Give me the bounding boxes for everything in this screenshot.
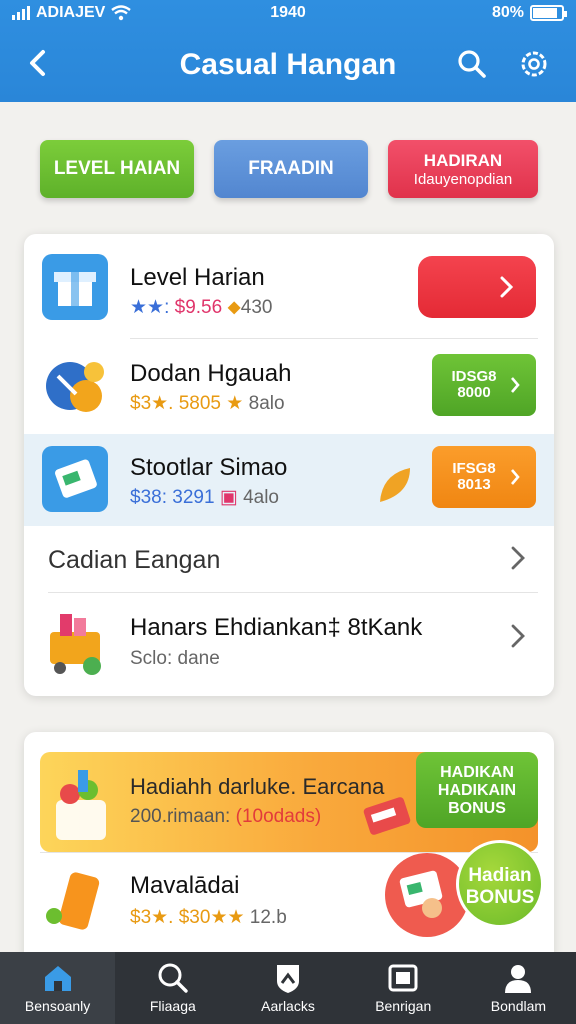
battery-percent: 80%	[491, 4, 524, 21]
bonus-circle-button[interactable]: Hadian BONUS	[456, 840, 544, 928]
list-item-highlighted[interactable]: Stootlar Simao $38: 3291 ▣ 4alo IFSG8 80…	[24, 434, 554, 526]
chevron-right-icon	[511, 546, 525, 570]
coin-shield-icon	[46, 362, 104, 412]
gift-box-icon	[42, 254, 108, 320]
app-header: ADIAJEV 1940 80% Casual Hangan	[0, 0, 576, 102]
bottom-nav: Bensoanly Fliaaga Aarlacks Benrigan Bond…	[0, 952, 576, 1024]
claim-button[interactable]: IDSG8 8000	[432, 354, 536, 416]
chevron-right-icon	[511, 377, 520, 393]
section-title: Cadian Eangan	[48, 546, 221, 574]
battery-icon	[530, 5, 567, 21]
segment-fraadin[interactable]: FRAADIN	[214, 140, 368, 198]
nav-gallery[interactable]: Benrigan	[346, 952, 461, 1024]
photo-icon	[388, 964, 418, 992]
nav-home[interactable]: Bensoanly	[0, 952, 116, 1024]
nav-search[interactable]: Fliaaga	[115, 952, 230, 1024]
leaf-icon	[380, 468, 410, 502]
bonus-badge[interactable]: HADIKAN HADIKAIN BONUS	[416, 752, 538, 828]
claim-button[interactable]: IFSG8 8013	[432, 446, 536, 508]
search-icon	[158, 963, 188, 993]
segment-hadiran[interactable]: HADIRAN Idauyenopdian	[388, 140, 538, 198]
status-bar: ADIAJEV 1940 80%	[0, 0, 576, 28]
chevron-right-icon	[511, 624, 525, 648]
nav-profile[interactable]: Bondlam	[461, 952, 576, 1024]
search-icon[interactable]	[456, 48, 488, 80]
list-card: Level Harian ★★: $9.56 ⬥430 Dodan Hgauah…	[24, 234, 554, 696]
chevron-right-icon	[500, 276, 514, 298]
juice-bottle-icon	[46, 872, 100, 930]
fruit-basket-icon	[56, 770, 106, 840]
status-time: 1940	[270, 4, 306, 21]
gift-ticket-icon	[363, 797, 411, 835]
ticket-icon	[42, 446, 108, 512]
shopping-cart-icon	[50, 614, 101, 675]
profile-icon	[505, 965, 532, 993]
list-item[interactable]: Level Harian ★★: $9.56 ⬥430	[24, 234, 554, 338]
go-button[interactable]	[418, 256, 536, 318]
section-header[interactable]: Cadian Eangan	[24, 526, 554, 590]
page-title: Casual Hangan	[179, 48, 397, 81]
settings-gear-icon[interactable]	[518, 48, 550, 80]
segment-level-haian[interactable]: LEVEL HAIAN	[40, 140, 194, 198]
chevron-right-icon	[511, 469, 520, 485]
promo-card: Hadiahh darluke. Earcana 200.rimaan: (10…	[24, 732, 554, 972]
home-icon	[44, 966, 71, 991]
promo-banner[interactable]: Hadiahh darluke. Earcana 200.rimaan: (10…	[40, 752, 538, 852]
shield-icon	[277, 965, 299, 993]
list-item[interactable]: Dodan Hgauah $3★. 5805 ★ 8alo IDSG8 8000	[24, 338, 554, 434]
nav-tracks[interactable]: Aarlacks	[230, 952, 345, 1024]
list-item[interactable]: Hanars Ehdiankan‡ 8tKank Sclo: dane	[24, 592, 554, 692]
promo-title: Hadiahh darluke. Earcana	[130, 774, 385, 799]
